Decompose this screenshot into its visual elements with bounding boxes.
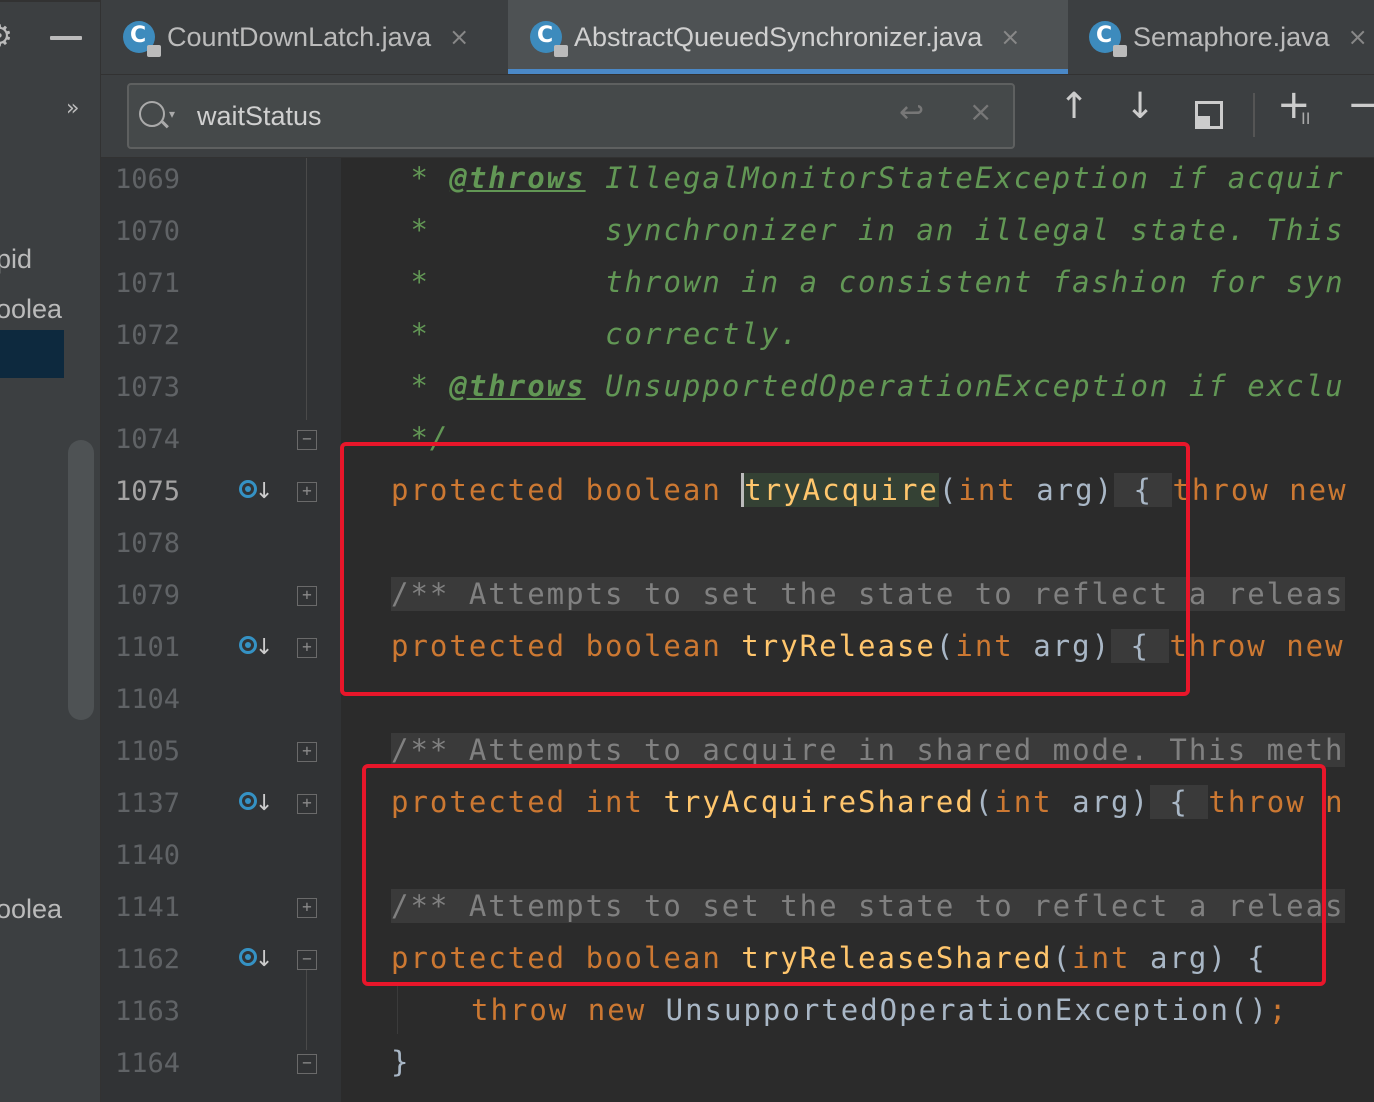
line-number: 1072 [115, 320, 181, 351]
select-all-occurrences-icon[interactable] [1195, 101, 1223, 129]
java-class-icon [123, 21, 161, 57]
implemented-method-icon[interactable]: ↓ [239, 944, 273, 972]
tab-label: CountDownLatch.java [167, 21, 432, 52]
editor-tabs: CountDownLatch.java × AbstractQueuedSync… [101, 0, 1374, 75]
tab-semaphore[interactable]: Semaphore.java × [1089, 0, 1368, 74]
close-icon[interactable]: × [1348, 23, 1368, 51]
line-number: 1162 [115, 944, 181, 975]
project-item-partial[interactable]: oolea [0, 294, 62, 325]
fold-expand-icon[interactable]: + [297, 742, 317, 762]
line-number: 1079 [115, 580, 181, 611]
line-number: 1074 [115, 424, 181, 455]
next-occurrence-button[interactable]: ↓ [1125, 89, 1155, 125]
line-number: 1141 [115, 892, 181, 923]
line-number: 1070 [115, 216, 181, 247]
toolbar-divider [1253, 93, 1255, 137]
search-input[interactable] [195, 93, 799, 139]
fold-expand-icon[interactable]: + [297, 586, 317, 606]
line-number: 1104 [115, 684, 181, 715]
close-icon[interactable]: × [449, 23, 469, 51]
editor-gutter: 1069 1070 1071 1072 1073 1074 1075 1078 … [101, 158, 341, 1102]
fold-collapse-icon[interactable]: − [297, 950, 317, 970]
java-class-icon [1089, 21, 1127, 57]
search-icon[interactable] [139, 101, 165, 127]
clear-icon[interactable]: × [969, 95, 992, 128]
code-line: * @throws IllegalMonitorStateException i… [391, 161, 1345, 195]
line-number: 1101 [115, 632, 181, 663]
highlight-box-shared [362, 764, 1326, 986]
line-number: 1164 [115, 1048, 181, 1079]
indent-guide [397, 982, 398, 1034]
code-line: * correctly. [391, 317, 800, 351]
fold-expand-icon[interactable]: + [297, 482, 317, 502]
code-line-close: } [391, 1045, 411, 1079]
line-number: 1071 [115, 268, 181, 299]
line-number: 1078 [115, 528, 181, 559]
code-line-throw: throw new UnsupportedOperationException(… [471, 993, 1289, 1027]
fold-end-icon[interactable]: − [297, 430, 317, 450]
lock-icon [147, 45, 161, 57]
line-number-current: 1075 [115, 476, 181, 507]
line-number: 1069 [115, 164, 181, 195]
fold-guide [306, 970, 307, 1050]
project-item-partial[interactable]: pid [0, 244, 32, 275]
prev-occurrence-button[interactable]: ↑ [1059, 89, 1089, 125]
search-box: ▾ ↩ × [127, 83, 1015, 149]
gear-icon[interactable]: ⚙ [0, 22, 13, 52]
line-number: 1137 [115, 788, 181, 819]
line-number: 1140 [115, 840, 181, 871]
tab-label: Semaphore.java [1133, 21, 1330, 52]
fold-expand-icon[interactable]: + [297, 898, 317, 918]
fold-end-icon[interactable]: − [297, 1054, 317, 1074]
find-toolbar: ▾ ↩ × ↑ ↓ + II − [101, 75, 1374, 158]
lock-icon [1113, 45, 1127, 57]
implemented-method-icon[interactable]: ↓ [239, 788, 273, 816]
panel-border [0, 0, 100, 2]
project-item-partial[interactable]: oolea [0, 894, 62, 925]
fold-expand-icon[interactable]: + [297, 638, 317, 658]
chevron-down-icon[interactable]: ▾ [169, 107, 175, 121]
code-line: * synchronizer in an illegal state. This [391, 213, 1345, 247]
project-item-selected[interactable] [0, 330, 64, 378]
implemented-method-icon[interactable]: ↓ [239, 632, 273, 660]
line-number: 1105 [115, 736, 181, 767]
remove-selection-button[interactable]: − [1347, 85, 1374, 125]
wrap-icon[interactable]: ↩ [899, 95, 924, 130]
collapse-icon[interactable] [50, 36, 82, 40]
expand-chevron-icon[interactable]: » [66, 96, 79, 121]
project-panel: ⚙ » pid oolea oolea [0, 0, 101, 1102]
lock-icon [554, 45, 568, 57]
line-number: 1073 [115, 372, 181, 403]
tab-countdownlatch[interactable]: CountDownLatch.java × [123, 0, 469, 74]
tab-abstractqueuedsynchronizer[interactable]: AbstractQueuedSynchronizer.java × [508, 0, 1068, 74]
highlight-box-exclusive [340, 442, 1190, 696]
close-icon[interactable]: × [1000, 23, 1020, 51]
code-line: * thrown in a consistent fashion for syn [391, 265, 1345, 299]
fold-guide [306, 158, 307, 420]
tab-label: AbstractQueuedSynchronizer.java [574, 21, 983, 52]
line-number: 1163 [115, 996, 181, 1027]
fold-expand-icon[interactable]: + [297, 794, 317, 814]
add-selection-suffix-icon: II [1301, 109, 1311, 128]
java-class-icon [530, 21, 568, 57]
panel-scrollbar[interactable] [68, 440, 94, 720]
implemented-method-icon[interactable]: ↓ [239, 476, 273, 504]
code-line: * @throws UnsupportedOperationException … [391, 369, 1345, 403]
